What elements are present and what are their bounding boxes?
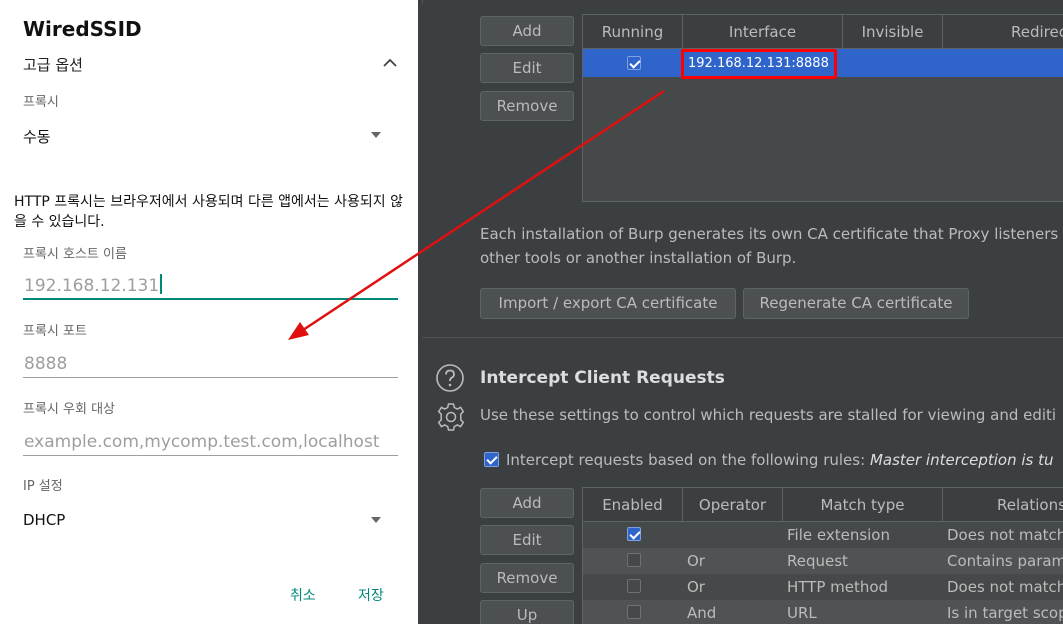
rule-match-type: HTTP method <box>787 578 889 596</box>
intercept-rules-table[interactable]: Enabled Operator Match type Relations Fi… <box>582 487 1063 624</box>
rule-relationship: Does not match <box>947 526 1063 544</box>
dropdown-arrow-icon[interactable] <box>371 517 381 523</box>
rule-add-button[interactable]: Add <box>480 488 574 518</box>
table-row[interactable]: File extension Does not match <box>583 522 1063 548</box>
rule-enabled-checkbox[interactable] <box>627 527 641 541</box>
proxy-label: 프록시 <box>23 95 59 110</box>
master-interception-status: Master interception is tu <box>869 451 1054 469</box>
ip-settings-label: IP 설정 <box>23 479 63 494</box>
column-invisible[interactable]: Invisible <box>843 15 943 49</box>
rule-up-button[interactable]: Up <box>480 600 574 624</box>
ip-settings-select[interactable]: DHCP <box>23 511 65 529</box>
column-interface[interactable]: Interface <box>683 15 843 49</box>
advanced-options-toggle[interactable]: 고급 옵션 <box>23 54 83 75</box>
rule-remove-button[interactable]: Remove <box>480 563 574 593</box>
rule-operator: Or <box>687 552 705 570</box>
section-divider <box>422 337 1063 338</box>
burp-proxy-options: Add Edit Remove Running Interface Invisi… <box>418 0 1063 624</box>
dropdown-arrow-icon[interactable] <box>371 132 381 138</box>
running-checkbox[interactable] <box>627 56 641 70</box>
rule-enabled-checkbox[interactable] <box>627 553 641 567</box>
import-export-ca-button[interactable]: Import / export CA certificate <box>480 288 736 319</box>
column-enabled[interactable]: Enabled <box>583 488 683 522</box>
listener-edit-button[interactable]: Edit <box>480 53 574 83</box>
rule-enabled-checkbox[interactable] <box>627 579 641 593</box>
column-operator[interactable]: Operator <box>683 488 783 522</box>
panel-border <box>422 0 1063 4</box>
interface-cell-highlighted: 192.168.12.131:8888 <box>681 49 837 79</box>
intercept-rules-label: Intercept requests based on the followin… <box>506 451 866 469</box>
rule-match-type: File extension <box>787 526 890 544</box>
rule-relationship: Is in target scop <box>947 604 1063 622</box>
proxy-host-value: 192.168.12.131 <box>24 276 160 296</box>
dialog-title: WiredSSID <box>23 17 142 41</box>
proxy-host-input[interactable]: 192.168.12.131 <box>23 274 398 300</box>
ca-description-line2: other tools or another installation of B… <box>480 249 797 267</box>
listener-add-button[interactable]: Add <box>480 16 574 46</box>
rule-match-type: Request <box>787 552 848 570</box>
regenerate-ca-button[interactable]: Regenerate CA certificate <box>743 288 969 319</box>
table-row[interactable]: And URL Is in target scop <box>583 600 1063 624</box>
rule-relationship: Contains param <box>947 552 1063 570</box>
proxy-port-input[interactable]: 8888 <box>23 352 398 378</box>
proxy-bypass-input[interactable]: example.com,mycomp.test.com,localhost <box>23 430 398 456</box>
intercept-section-title: Intercept Client Requests <box>480 368 725 388</box>
proxy-host-label: 프록시 호스트 이름 <box>23 247 127 262</box>
master-intercept-checkbox[interactable] <box>484 452 499 467</box>
rule-operator: And <box>687 604 717 622</box>
proxy-port-label: 프록시 포트 <box>23 324 87 339</box>
rule-relationship: Does not match <box>947 578 1063 596</box>
master-intercept-label: Intercept requests based on the followin… <box>506 451 1054 469</box>
android-wifi-dialog: WiredSSID 고급 옵션 프록시 수동 HTTP 프록시는 브라우저에서 … <box>0 0 418 624</box>
save-button[interactable]: 저장 <box>358 585 384 605</box>
cancel-button[interactable]: 취소 <box>290 585 316 605</box>
proxy-note: HTTP 프록시는 브라우저에서 사용되며 다른 앱에서는 사용되지 않을 수 … <box>14 194 403 230</box>
rule-enabled-checkbox[interactable] <box>627 605 641 619</box>
proxy-select[interactable]: 수동 <box>23 126 51 147</box>
column-match-type[interactable]: Match type <box>783 488 943 522</box>
proxy-listeners-table[interactable]: Running Interface Invisible Redirec 192.… <box>582 14 1063 202</box>
ca-description-line1: Each installation of Burp generates its … <box>480 225 1059 243</box>
help-icon[interactable] <box>435 363 465 393</box>
intercept-description: Use these settings to control which requ… <box>480 406 1057 424</box>
column-redirect[interactable]: Redirec <box>943 15 1063 49</box>
chevron-up-icon[interactable] <box>381 54 399 72</box>
rule-edit-button[interactable]: Edit <box>480 525 574 555</box>
column-running[interactable]: Running <box>583 15 683 49</box>
column-relationship[interactable]: Relations <box>943 488 1063 522</box>
gear-icon[interactable] <box>435 401 467 433</box>
rule-match-type: URL <box>787 604 817 622</box>
text-caret <box>160 274 163 294</box>
listener-remove-button[interactable]: Remove <box>480 91 574 121</box>
table-row[interactable]: Or HTTP method Does not match <box>583 574 1063 600</box>
table-row[interactable]: Or Request Contains param <box>583 548 1063 574</box>
rule-operator: Or <box>687 578 705 596</box>
proxy-bypass-label: 프록시 우회 대상 <box>23 402 115 417</box>
